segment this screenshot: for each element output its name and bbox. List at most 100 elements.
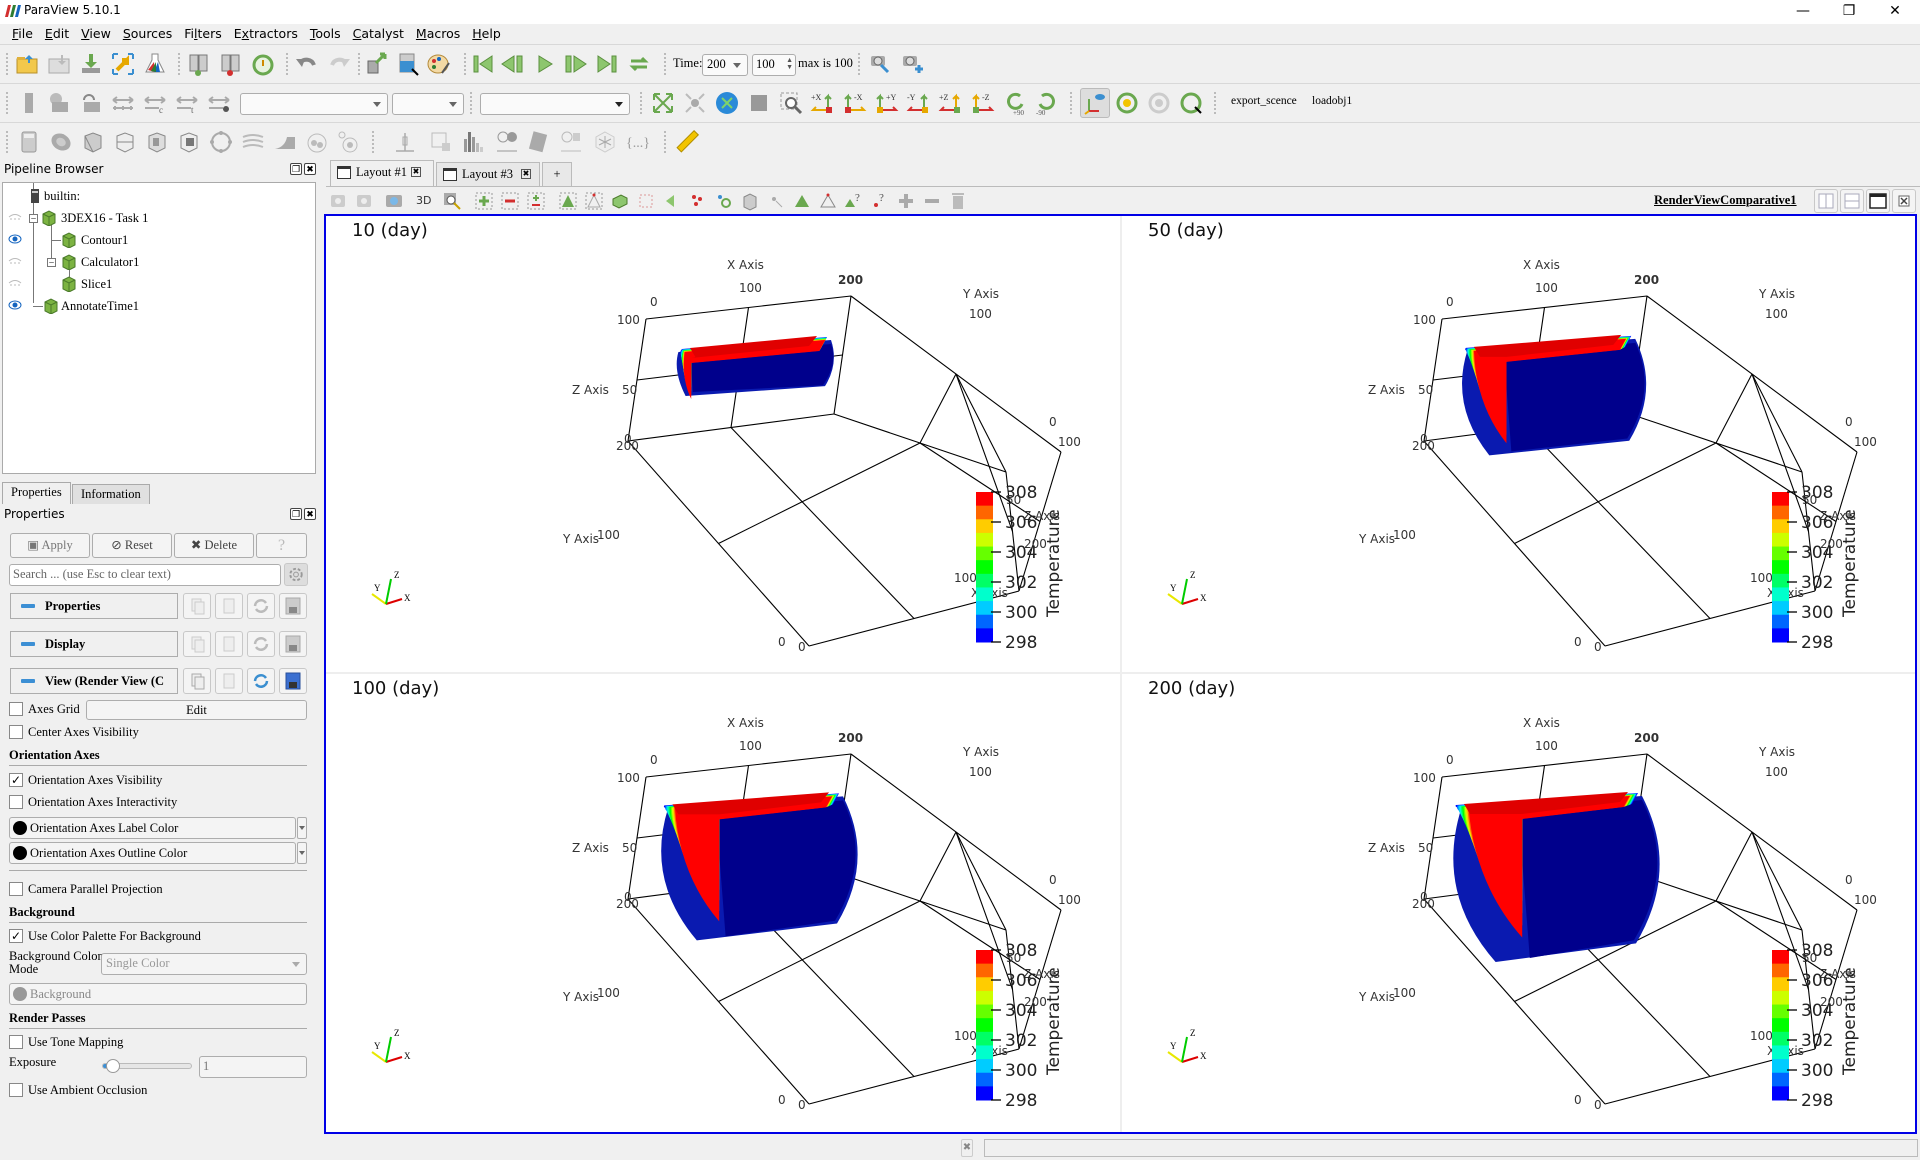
loop-button[interactable] xyxy=(626,51,652,77)
shrink-selection-button[interactable] xyxy=(818,191,838,211)
hover-cells-button[interactable] xyxy=(740,191,760,211)
close-tab-icon[interactable]: ✖ xyxy=(411,167,421,177)
representation-combo[interactable] xyxy=(480,93,630,115)
toolbar-grip[interactable] xyxy=(464,53,468,75)
exposure-slider-handle[interactable] xyxy=(105,1059,120,1073)
previous-frame-button[interactable] xyxy=(500,51,526,77)
plot-selection-button[interactable] xyxy=(428,129,454,155)
connect-server-button[interactable] xyxy=(186,51,212,77)
background-color-mode-combo[interactable]: Single Color xyxy=(101,953,307,975)
toolbar-grip[interactable] xyxy=(858,53,862,75)
render-pane-100-day[interactable]: 100 (day) 0 100 200 X Axis 100 50 Z Axis 200 0 Y … xyxy=(326,674,1120,1132)
copy-display-button[interactable] xyxy=(183,631,211,657)
time-combo[interactable]: 200 xyxy=(702,54,748,76)
load-state-button[interactable] xyxy=(46,51,72,77)
split-vertical-button[interactable] xyxy=(1840,189,1864,213)
next-frame-button[interactable] xyxy=(562,51,588,77)
apply-button[interactable]: ▣ Apply xyxy=(10,533,90,558)
timestep-spinbox[interactable]: 100 ▲ ▼ xyxy=(752,54,796,76)
menu-filters[interactable]: Filters xyxy=(178,24,228,44)
disconnect-server-button[interactable] xyxy=(218,51,244,77)
threshold-filter-button[interactable] xyxy=(144,129,170,155)
undock-button[interactable]: ❐ xyxy=(290,508,302,520)
checkbox-unchecked[interactable] xyxy=(9,1035,23,1049)
pipeline-item-slice1[interactable]: Slice1 xyxy=(3,273,313,295)
paste-display-button[interactable] xyxy=(215,631,243,657)
color-palette-button[interactable] xyxy=(426,51,452,77)
connect-button[interactable] xyxy=(110,51,136,77)
restore-defaults-button[interactable] xyxy=(247,593,275,619)
close-view-button[interactable] xyxy=(1892,189,1916,213)
view-minus-x-button[interactable]: -X xyxy=(842,90,868,116)
close-dock-button[interactable]: ✖ xyxy=(304,163,316,175)
plot-data-button[interactable] xyxy=(526,129,552,155)
pane-separator[interactable] xyxy=(1120,216,1122,1132)
histogram-button[interactable] xyxy=(460,129,486,155)
view-minus-y-button[interactable]: -Y xyxy=(906,90,932,116)
last-frame-button[interactable] xyxy=(594,51,620,77)
select-frustum-cells-button[interactable] xyxy=(610,191,630,211)
toolbar-grip[interactable] xyxy=(178,53,182,75)
plot-over-time-button[interactable] xyxy=(494,129,520,155)
add-layout-tab-button[interactable]: + xyxy=(542,162,572,186)
tab-layout-1[interactable]: Layout #1 ✖ xyxy=(330,160,434,187)
toolbar-grip[interactable] xyxy=(286,53,290,75)
toggle-selection-button[interactable] xyxy=(526,191,546,211)
select-points-on-button[interactable] xyxy=(584,191,604,211)
contour-filter-button[interactable] xyxy=(48,129,74,155)
close-dock-button[interactable]: ✖ xyxy=(304,508,316,520)
checkbox-unchecked[interactable] xyxy=(9,702,23,716)
menu-extractors[interactable]: Extractors xyxy=(228,24,304,44)
orientation-axes-outline-color-button[interactable]: Orientation Axes Outline Color xyxy=(9,842,296,864)
reset-button[interactable]: ⊘ Reset xyxy=(92,533,172,558)
reset-range-button[interactable] xyxy=(78,90,104,116)
component-combo[interactable] xyxy=(392,93,464,115)
rescale-data-range-button[interactable] xyxy=(110,90,136,116)
eye-open-icon[interactable] xyxy=(8,234,22,244)
axes-grid-checkbox[interactable]: Axes Grid xyxy=(9,701,89,719)
plot-over-line-button[interactable] xyxy=(392,129,418,155)
checkbox-checked[interactable]: ✓ xyxy=(9,773,23,787)
eye-closed-icon[interactable] xyxy=(8,212,22,222)
calculator-filter-button[interactable] xyxy=(16,129,42,155)
extract-subset-button[interactable] xyxy=(176,129,202,155)
toolbar-grip[interactable] xyxy=(664,131,668,153)
toolbar-grip[interactable] xyxy=(358,53,362,75)
tab-properties[interactable]: Properties xyxy=(2,482,71,504)
show-orientation-axes-button[interactable] xyxy=(1080,88,1110,118)
split-horizontal-button[interactable] xyxy=(1814,189,1838,213)
glyph-filter-button[interactable] xyxy=(208,129,234,155)
save-data-button[interactable] xyxy=(78,51,104,77)
use-color-palette-checkbox[interactable]: ✓ Use Color Palette For Background xyxy=(9,928,249,946)
close-tab-icon[interactable]: ✖ xyxy=(521,169,531,179)
axes-grid-edit-button[interactable]: Edit xyxy=(86,700,307,720)
change-input-button[interactable] xyxy=(364,51,390,77)
zoom-to-data-button-2[interactable] xyxy=(714,90,740,116)
toolbar-grip[interactable] xyxy=(1070,92,1074,114)
view-plus-z-button[interactable]: +Z xyxy=(938,90,964,116)
zoom-to-data-button[interactable] xyxy=(900,51,926,77)
exposure-input[interactable]: 1 xyxy=(199,1056,307,1078)
view-name-label[interactable]: RenderViewComparative1 xyxy=(1654,193,1797,208)
group-datasets-button[interactable] xyxy=(304,129,330,155)
view-plus-y-button[interactable]: +Y xyxy=(874,90,900,116)
restore-view-defaults-button[interactable] xyxy=(247,668,275,694)
checkbox-checked[interactable]: ✓ xyxy=(9,929,23,943)
interactive-select-points-button[interactable] xyxy=(714,191,734,211)
minimize-button[interactable]: — xyxy=(1780,0,1826,24)
redo-button[interactable] xyxy=(326,51,352,77)
auto-apply-button[interactable] xyxy=(250,51,276,77)
add-selection-button[interactable] xyxy=(474,191,494,211)
python-calculator-button[interactable]: {...} xyxy=(624,129,650,155)
orientation-axes-visibility-checkbox[interactable]: ✓ Orientation Axes Visibility xyxy=(9,772,229,790)
section-view[interactable]: View (Render View (C xyxy=(10,668,178,694)
checkbox-unchecked[interactable] xyxy=(9,795,23,809)
extract-level-button[interactable] xyxy=(336,129,362,155)
close-button[interactable]: ✕ xyxy=(1872,0,1918,24)
pipeline-item-annotatetime1[interactable]: AnnotateTime1 xyxy=(3,295,313,317)
pipeline-item-builtin[interactable]: builtin: xyxy=(3,185,313,207)
label-color-dropdown[interactable] xyxy=(297,817,307,839)
undock-button[interactable]: ❐ xyxy=(290,163,302,175)
rescale-visible-button[interactable] xyxy=(206,90,232,116)
orientation-axes-interactivity-checkbox[interactable]: Orientation Axes Interactivity xyxy=(9,794,229,812)
